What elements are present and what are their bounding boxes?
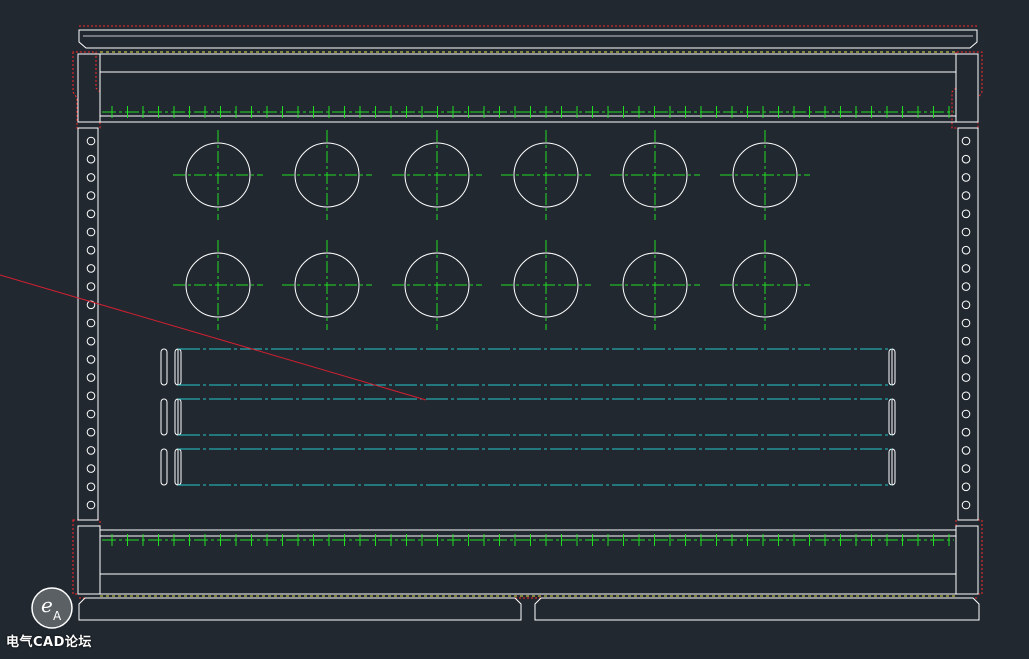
canvas-background bbox=[0, 0, 1029, 659]
watermark-text: 电气CAD论坛 bbox=[6, 635, 92, 650]
ea-circle-logo-icon: e A bbox=[31, 587, 73, 629]
svg-text:e: e bbox=[41, 593, 53, 617]
svg-text:A: A bbox=[53, 609, 62, 623]
cad-drawing-canvas[interactable] bbox=[0, 0, 1029, 659]
cad-viewport[interactable]: e A 电气CAD论坛 bbox=[0, 0, 1029, 659]
